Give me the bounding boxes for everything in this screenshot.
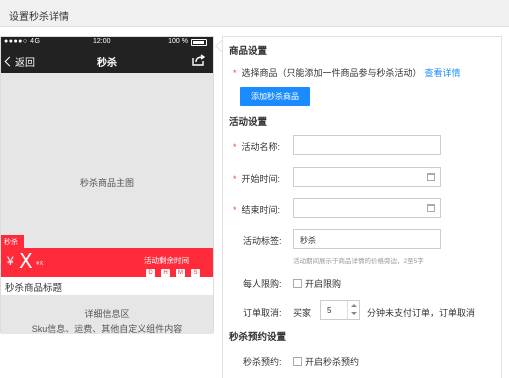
reserve-checkbox[interactable]: 开启秒杀预约 (293, 355, 359, 368)
product-title: 秒杀商品标题 (1, 277, 213, 295)
cancel-minutes-stepper[interactable]: 5 (320, 300, 360, 320)
stepper-up-icon[interactable] (351, 304, 357, 307)
stepper-down-icon[interactable] (351, 312, 357, 315)
activity-tag-input[interactable]: 秒杀 (293, 229, 441, 249)
original-price: ¥X (36, 261, 44, 267)
order-cancel-label: 订单取消: (243, 308, 282, 318)
countdown-label: 活动剩余时间 (144, 256, 189, 265)
select-goods-label: 选择商品（只能添加一件商品参与秒杀活动 (241, 68, 413, 78)
end-time-label: 结束时间: (241, 205, 281, 215)
limit-checkbox-label: 开启限购 (305, 279, 342, 289)
phone-preview: ●●●●○ 4G 12:00 100 % 返回 秒杀 秒杀商品主图 秒杀 ¥ X… (0, 36, 214, 334)
reserve-checkbox-label: 开启秒杀预约 (305, 357, 360, 367)
main-image-caption: 秒杀商品主图 (79, 178, 134, 188)
price-value: X (19, 249, 33, 273)
phone-nav-title: 秒杀 (97, 58, 117, 69)
select-goods-row: * 选择商品（只能添加一件商品参与秒杀活动） 查看详情 (233, 66, 461, 79)
product-main-image: 秒杀商品主图 (1, 73, 213, 248)
limit-label: 每人限购: (243, 279, 282, 289)
end-time-picker[interactable] (293, 198, 441, 218)
countdown-hours: H (161, 269, 170, 277)
countdown-days: D (146, 269, 155, 277)
select-goods-close: ） (412, 68, 422, 78)
battery-icon (191, 39, 207, 46)
countdown-minutes: M (176, 269, 185, 277)
required-mark: * (233, 174, 237, 184)
price-currency: ¥ (7, 254, 14, 268)
limit-checkbox[interactable]: 开启限购 (293, 277, 341, 290)
required-mark: * (233, 205, 237, 215)
cancel-minutes-value: 5 (327, 306, 332, 315)
activity-name-input[interactable] (293, 135, 441, 155)
end-time-label-row: * 结束时间: (233, 203, 280, 216)
calendar-icon (427, 204, 435, 212)
start-time-picker[interactable] (293, 167, 441, 187)
page-title: 设置秒杀详情 (9, 12, 69, 23)
detail-heading: 详细信息区 (84, 309, 130, 319)
activity-name-label: 活动名称: (241, 142, 281, 152)
checkbox-icon (293, 279, 302, 288)
detail-area: 详细信息区 Sku信息、运费、其他自定义组件内容 (1, 295, 213, 334)
status-time: 12:00 (93, 38, 111, 45)
checkbox-icon (293, 357, 302, 366)
battery-percent: 100 % (168, 38, 188, 45)
detail-description: Sku信息、运费、其他自定义组件内容 (31, 324, 183, 334)
order-cancel-prefix: 买家 (293, 308, 312, 318)
phone-status-bar: ●●●●○ 4G 12:00 100 % (1, 37, 213, 48)
panel-pointer (215, 40, 222, 52)
goods-section-title: 商品设置 (229, 46, 268, 57)
activity-name-label-row: * 活动名称: (233, 140, 280, 153)
view-detail-link[interactable]: 查看详情 (425, 68, 461, 78)
phone-nav-bar: 返回 秒杀 (1, 48, 213, 73)
stepper-arrows[interactable] (347, 301, 359, 319)
calendar-icon (427, 173, 435, 181)
reserve-label: 秒杀预约: (243, 357, 282, 367)
start-time-label: 开始时间: (241, 174, 281, 184)
settings-panel: 商品设置 * 选择商品（只能添加一件商品参与秒杀活动） 查看详情 添加秒杀商品 活动… (222, 36, 502, 378)
add-seckill-goods-button[interactable]: 添加秒杀商品 (240, 87, 310, 106)
order-cancel-suffix: 分钟未支付订单，订单取消 (367, 308, 476, 318)
countdown-seconds: S (191, 269, 200, 277)
activity-section-title: 活动设置 (229, 117, 268, 128)
activity-tag-hint: 活动期间展示于商品详情的价格旁边，2至5字 (293, 258, 424, 265)
reserve-section-title: 秒杀预约设置 (229, 332, 287, 343)
seckill-tag: 秒杀 (1, 235, 24, 248)
signal-indicator: ●●●●○ 4G (4, 38, 41, 45)
required-mark: * (233, 68, 237, 78)
activity-tag-label: 活动标签: (243, 236, 282, 246)
seckill-price-bar: ¥ X ¥X 活动剩余时间 DHMS (1, 248, 213, 277)
page-header: 设置秒杀详情 (0, 0, 509, 27)
start-time-label-row: * 开始时间: (233, 172, 280, 185)
countdown-boxes: DHMS (146, 266, 206, 277)
share-icon[interactable] (192, 54, 205, 66)
required-mark: * (233, 142, 237, 152)
